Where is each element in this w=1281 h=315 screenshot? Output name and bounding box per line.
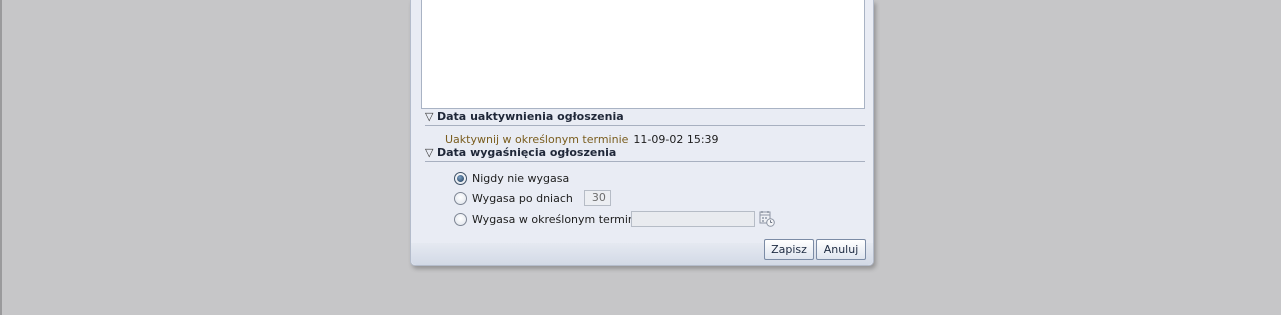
save-button[interactable]: Zapisz <box>764 239 814 260</box>
triangle-down-icon[interactable]: ▽ <box>425 109 437 124</box>
triangle-down-icon[interactable]: ▽ <box>425 145 437 160</box>
days-input[interactable]: 30 <box>583 190 611 206</box>
cancel-button[interactable]: Anuluj <box>816 239 866 260</box>
radio-never-expires-label: Nigdy nie wygasa <box>472 171 570 185</box>
activation-section-title: Data uaktywnienia ogłoszenia <box>437 110 624 123</box>
announcement-dialog: ▽ Data uaktywnienia ogłoszenia Uaktywnij … <box>410 0 874 266</box>
radio-expires-after-days[interactable] <box>454 191 467 205</box>
expiry-option-never[interactable]: Nigdy nie wygasa <box>454 170 569 186</box>
radio-expires-after-days-label: Wygasa po dniach <box>472 191 573 205</box>
expiry-section-title: Data wygaśnięcia ogłoszenia <box>437 146 617 159</box>
expiry-option-on-date[interactable]: Wygasa w określonym terminie <box>454 211 645 227</box>
announcement-text-area[interactable] <box>421 0 865 109</box>
radio-expires-on-date-label: Wygasa w określonym terminie <box>472 212 645 226</box>
window-edge <box>0 0 2 315</box>
radio-never-expires[interactable] <box>454 171 467 185</box>
expiry-option-after-days[interactable]: Wygasa po dniach 30 <box>454 190 611 206</box>
radio-expires-on-date[interactable] <box>454 212 467 226</box>
expiry-section-header[interactable]: ▽ Data wygaśnięcia ogłoszenia <box>425 145 865 162</box>
expiry-date-input[interactable] <box>631 211 755 227</box>
calendar-clock-icon[interactable] <box>759 210 775 227</box>
activation-section-header[interactable]: ▽ Data uaktywnienia ogłoszenia <box>425 109 865 126</box>
